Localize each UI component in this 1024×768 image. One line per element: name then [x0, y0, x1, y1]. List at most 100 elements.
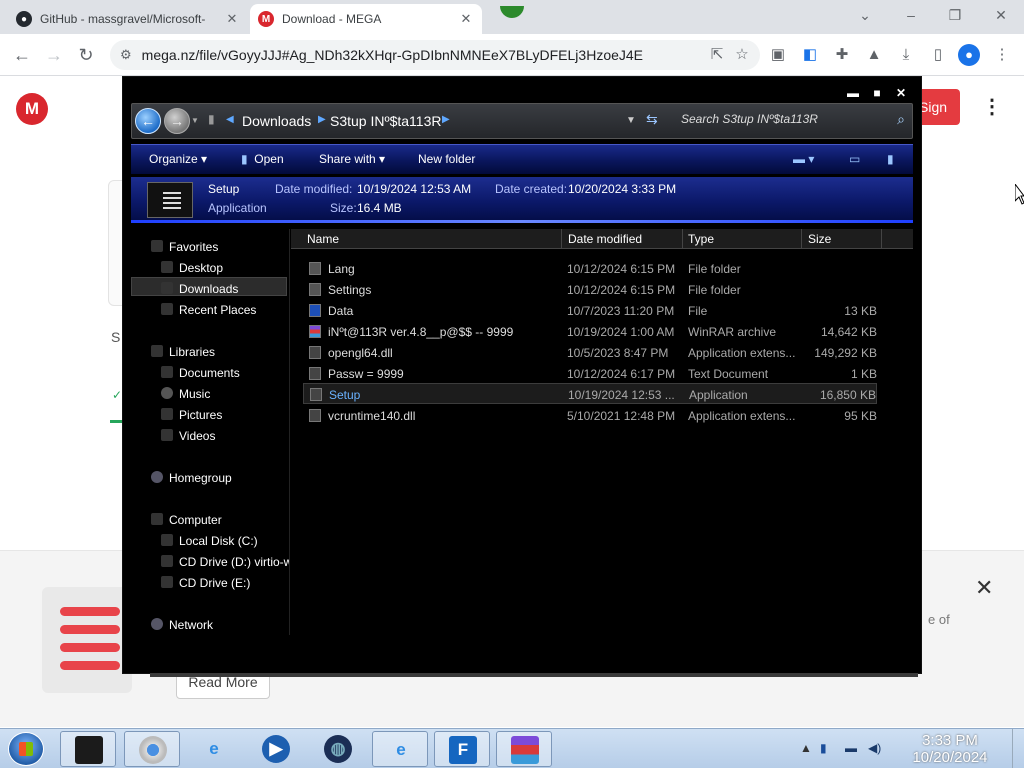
nav-local-disk[interactable]: Local Disk (C:) [161, 534, 258, 548]
help-icon[interactable]: ▮ [887, 152, 894, 166]
star-icon[interactable]: ☆ [730, 43, 754, 67]
explorer-back-icon[interactable]: ← [135, 108, 161, 134]
tray-device-icon[interactable]: ▮ [820, 741, 827, 755]
start-button[interactable] [8, 732, 44, 766]
breadcrumb-chevron-icon[interactable]: ▶ [442, 114, 450, 125]
tab-close-icon[interactable]: ✕ [224, 11, 240, 27]
breadcrumb-chevron-icon[interactable]: ▶ [318, 114, 326, 125]
explorer-minimize-icon[interactable]: ▬ [843, 86, 863, 100]
column-type[interactable]: Type [688, 232, 714, 246]
tab-github[interactable]: ● GitHub - massgravel/Microsoft- ✕ [8, 4, 248, 34]
nav-music[interactable]: Music [161, 387, 210, 401]
flask-icon[interactable]: ▲ [862, 43, 886, 67]
search-icon[interactable]: ⌕ [897, 111, 905, 128]
open-button[interactable]: ▮ Open [241, 152, 284, 166]
back-arrow-icon[interactable]: ← [10, 43, 34, 67]
column-name[interactable]: Name [307, 232, 339, 246]
downloads-icon [161, 282, 173, 294]
profile-avatar-icon[interactable]: ● [958, 44, 980, 66]
nav-downloads[interactable]: Downloads [161, 282, 238, 296]
explorer-close-icon[interactable]: ✕ [891, 86, 911, 100]
organize-button[interactable]: Organize ▾ [149, 152, 207, 166]
breadcrumb-setup-folder[interactable]: S3tup INº$ta113R [330, 113, 441, 129]
file-row[interactable]: Lang 10/12/2024 6:15 PM File folder [303, 258, 877, 279]
nav-documents[interactable]: Documents [161, 366, 240, 380]
tab-close-icon[interactable]: ✕ [458, 11, 474, 27]
tray-expand-icon[interactable]: ▲ [800, 741, 812, 755]
address-bar[interactable]: ⚙ mega.nz/file/vGoyyJJJ#Ag_NDh32kXHqr-Gp… [110, 40, 760, 70]
refresh-icon[interactable]: ⇆ [646, 111, 658, 128]
nav-videos[interactable]: Videos [161, 429, 215, 443]
sidepanel-icon[interactable]: ▯ [926, 43, 950, 67]
column-date-modified[interactable]: Date modified [568, 232, 642, 246]
nav-computer[interactable]: Computer [151, 513, 222, 527]
share-icon[interactable]: ⇱ [705, 43, 729, 67]
file-row[interactable]: vcruntime140.dll 5/10/2021 12:48 PM Appl… [303, 405, 877, 426]
nav-cd-drive-e[interactable]: CD Drive (E:) [161, 576, 250, 590]
volume-icon[interactable]: ◀) [868, 741, 881, 755]
explorer-search-input[interactable]: Search S3tup INº$ta113R ⌕ [677, 108, 911, 134]
taskbar-ie-2[interactable]: e [372, 731, 428, 767]
mega-menu-icon[interactable]: ⋮ [982, 94, 1002, 119]
nav-desktop[interactable]: Desktop [161, 261, 223, 275]
restore-icon[interactable]: ❐ [932, 4, 978, 28]
taskbar-app-f[interactable]: F [434, 731, 490, 767]
windows-logo-icon [19, 742, 33, 756]
close-icon[interactable]: ✕ [978, 4, 1024, 28]
nav-homegroup-label: Homegroup [169, 471, 232, 485]
app-icon [310, 388, 322, 401]
explorer-forward-icon[interactable]: → [164, 108, 190, 134]
show-desktop-button[interactable] [1012, 729, 1024, 768]
file-row[interactable]: Settings 10/12/2024 6:15 PM File folder [303, 279, 877, 300]
nav-network[interactable]: Network [151, 618, 213, 632]
minimize-icon[interactable]: – [888, 4, 934, 28]
nav-cd-drive-d[interactable]: CD Drive (D:) virtio-w [161, 555, 289, 569]
file-row[interactable]: Data 10/7/2023 11:20 PM File 13 KB [303, 300, 877, 321]
taskbar-ie[interactable]: e [186, 731, 242, 767]
file-row[interactable]: iNºt@113R ver.4.8__p@$$ -- 9999 10/19/20… [303, 321, 877, 342]
menu-kebab-icon[interactable]: ⋮ [990, 43, 1014, 67]
download-icon[interactable]: ⤓ [894, 43, 918, 67]
details-size-value: 16.4 MB [357, 201, 402, 215]
file-row[interactable]: opengl64.dll 10/5/2023 8:47 PM Applicati… [303, 342, 877, 363]
taskbar-explorer[interactable] [60, 731, 116, 767]
taskbar-globe[interactable]: ◍ [310, 731, 366, 767]
nav-favorites[interactable]: Favorites [151, 240, 218, 254]
nav-libraries[interactable]: Libraries [151, 345, 215, 359]
file-row-selected[interactable]: Setup 10/19/2024 12:53 ... Application 1… [303, 383, 877, 404]
clock-time[interactable]: 3:33 PM [915, 732, 985, 749]
extension-icon[interactable]: ▣ [766, 43, 790, 67]
explorer-maximize-icon[interactable]: ■ [867, 86, 887, 100]
new-folder-button[interactable]: New folder [418, 152, 475, 166]
history-dropdown-icon[interactable]: ▼ [191, 116, 199, 125]
site-info-icon[interactable]: ⚙ [120, 47, 132, 63]
breadcrumb-chevron-icon[interactable]: ◀ [226, 114, 234, 125]
nav-recent-places[interactable]: Recent Places [161, 303, 256, 317]
preview-pane-icon[interactable]: ▭ [849, 152, 860, 166]
taskbar-winrar[interactable] [496, 731, 552, 767]
forward-arrow-icon[interactable]: → [42, 43, 66, 67]
chevron-down-icon[interactable]: ⌄ [842, 4, 888, 28]
taskbar-media-player[interactable]: ▶ [248, 731, 304, 767]
nav-pictures[interactable]: Pictures [161, 408, 222, 422]
reload-icon[interactable]: ↻ [74, 43, 98, 67]
view-options-icon[interactable]: ▬ ▾ [793, 152, 814, 166]
column-size[interactable]: Size [808, 232, 831, 246]
nav-homegroup[interactable]: Homegroup [151, 471, 232, 485]
clock-date[interactable]: 10/20/2024 [895, 749, 1005, 766]
file-date: 10/12/2024 6:15 PM [567, 283, 676, 297]
mega-logo[interactable]: M [16, 93, 48, 125]
extension-f-icon[interactable]: ◧ [798, 43, 822, 67]
banner-close-icon[interactable]: ✕ [975, 575, 993, 601]
share-with-button[interactable]: Share with ▾ [319, 152, 385, 166]
address-dropdown-icon[interactable]: ▼ [626, 115, 636, 126]
pane-divider[interactable] [289, 229, 290, 635]
tab-mega[interactable]: M Download - MEGA ✕ [250, 4, 482, 34]
taskbar-chrome[interactable] [124, 731, 180, 767]
network-icon[interactable]: ▬ [845, 741, 857, 755]
explorer-window[interactable]: ▬ ■ ✕ ← → ▼ ▮ ◀ Downloads ▶ S3tup INº$ta… [122, 76, 922, 674]
puzzle-icon[interactable]: ✚ [830, 43, 854, 67]
hard-drive-icon [161, 534, 173, 546]
file-row[interactable]: Passw = 9999 10/12/2024 6:17 PM Text Doc… [303, 363, 877, 384]
breadcrumb-downloads[interactable]: Downloads [242, 113, 311, 129]
